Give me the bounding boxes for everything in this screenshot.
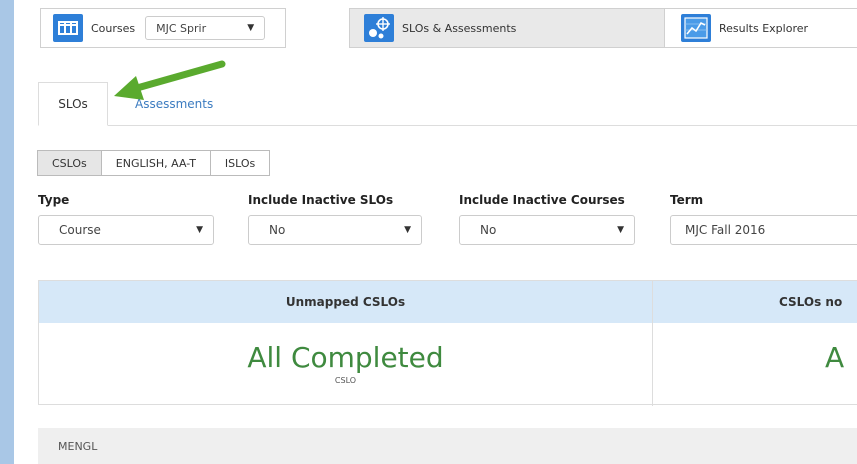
unmapped-cslos-body: All Completed CSLO <box>39 323 653 406</box>
term-select-value: MJC Sprir <box>156 21 207 35</box>
chevron-down-icon: ▼ <box>247 23 255 33</box>
cslos-not-status: A <box>825 341 845 374</box>
unmapped-cslos-status: All Completed <box>247 341 444 374</box>
toggle-islos[interactable]: ISLOs <box>209 150 271 176</box>
list-item[interactable]: MENGL <box>38 428 857 464</box>
include-inactive-slos-value: No <box>269 223 286 237</box>
term-filter-value: MJC Fall 2016 <box>685 223 766 237</box>
line-chart-icon <box>681 14 711 42</box>
annotation-arrow-icon <box>114 60 226 100</box>
cslo-summary-panel: Unmapped CSLOs CSLOs no All Completed CS… <box>38 280 857 406</box>
target-icon <box>364 14 394 42</box>
include-inactive-courses-label: Include Inactive Courses <box>459 193 625 207</box>
department-label: MENGL <box>58 439 98 453</box>
toggle-cslos-label: CSLOs <box>52 156 87 170</box>
chevron-down-icon: ▼ <box>617 225 624 235</box>
columns-icon <box>53 14 83 42</box>
results-explorer-label: Results Explorer <box>719 21 809 35</box>
results-explorer-nav[interactable]: Results Explorer <box>664 8 857 48</box>
slo-type-toggle-group: CSLOs ENGLISH, AA-T ISLOs <box>37 150 271 176</box>
courses-nav[interactable]: Courses MJC Sprir ▼ <box>40 8 286 48</box>
unmapped-cslos-header: Unmapped CSLOs <box>39 281 653 323</box>
include-inactive-courses-value: No <box>480 223 497 237</box>
term-filter-label: Term <box>670 193 704 207</box>
courses-label: Courses <box>91 21 136 35</box>
page: Courses MJC Sprir ▼ SLOs & Assessments R… <box>14 0 857 464</box>
top-navigation: Courses MJC Sprir ▼ SLOs & Assessments R… <box>14 0 857 56</box>
toggle-islos-label: ISLOs <box>224 156 256 170</box>
toggle-english-aat[interactable]: ENGLISH, AA-T <box>100 150 211 176</box>
include-inactive-slos-select[interactable]: No ▼ <box>248 215 422 245</box>
type-select-value: Course <box>59 223 101 237</box>
type-filter-label: Type <box>38 193 70 207</box>
tab-slos[interactable]: SLOs <box>38 82 108 126</box>
type-select[interactable]: Course ▼ <box>38 215 214 245</box>
term-filter-select[interactable]: MJC Fall 2016 <box>670 215 857 245</box>
toggle-english-aat-label: ENGLISH, AA-T <box>115 156 196 170</box>
chevron-down-icon: ▼ <box>196 225 203 235</box>
cslos-not-body: A <box>653 323 857 406</box>
slos-assessments-nav[interactable]: SLOs & Assessments <box>349 8 665 48</box>
tab-slos-label: SLOs <box>58 97 88 111</box>
include-inactive-slos-label: Include Inactive SLOs <box>248 193 394 207</box>
cslos-not-header: CSLOs no <box>653 281 857 323</box>
include-inactive-courses-select[interactable]: No ▼ <box>459 215 635 245</box>
slos-assessments-label: SLOs & Assessments <box>402 21 517 35</box>
unmapped-cslos-unit: CSLO <box>334 376 357 385</box>
toggle-cslos[interactable]: CSLOs <box>37 150 102 176</box>
term-select[interactable]: MJC Sprir ▼ <box>145 16 266 40</box>
chevron-down-icon: ▼ <box>404 225 411 235</box>
